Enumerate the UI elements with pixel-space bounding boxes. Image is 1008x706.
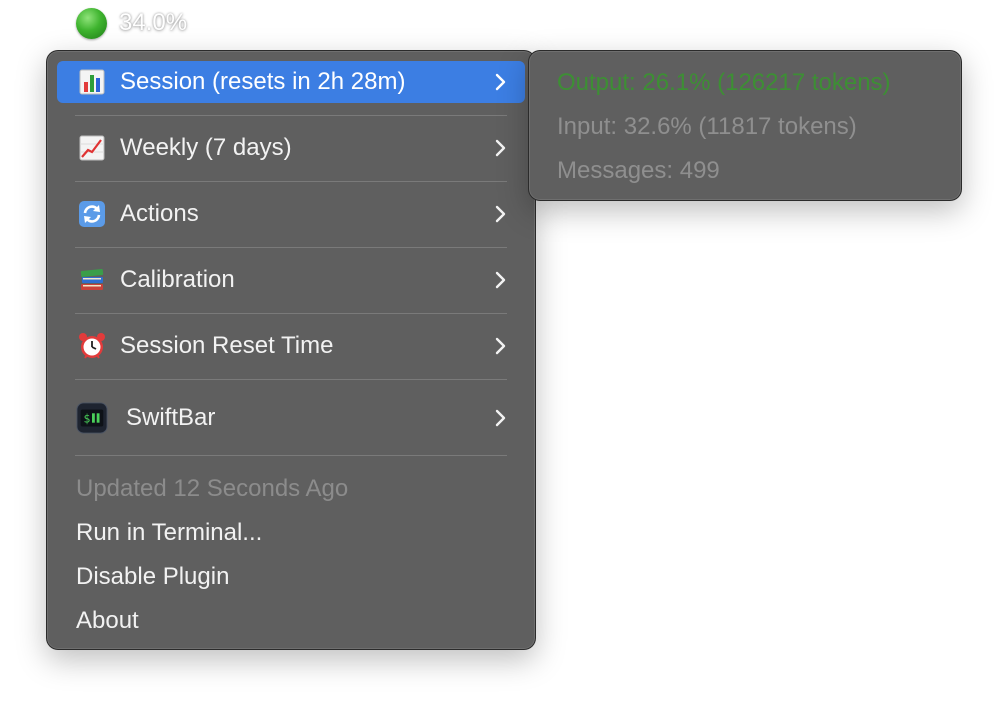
menu-separator <box>75 181 507 182</box>
updated-status-text: Updated 12 Seconds Ago <box>76 475 349 502</box>
menu-item-label: Session (resets in 2h 28m) <box>120 68 406 95</box>
menu-item-swiftbar[interactable]: $ SwiftBar <box>57 397 525 439</box>
menu-separator <box>75 247 507 248</box>
swiftbar-app-icon: $ <box>76 402 108 434</box>
menu-item-label: Actions <box>120 200 199 227</box>
disable-plugin-item[interactable]: Disable Plugin <box>76 563 229 591</box>
about-item[interactable]: About <box>76 607 139 635</box>
green-status-dot-icon <box>76 7 107 39</box>
submenu-output-line[interactable]: Output: 26.1% (126217 tokens) <box>557 69 891 97</box>
refresh-icon <box>76 198 108 230</box>
menu-separator <box>75 379 507 380</box>
status-bar-item[interactable]: 34.0% <box>76 6 187 40</box>
menu-item-label: Calibration <box>120 266 235 293</box>
svg-text:$: $ <box>84 413 91 426</box>
chevron-right-icon <box>495 271 506 289</box>
chevron-right-icon <box>495 409 506 427</box>
menu-item-calibration[interactable]: Calibration <box>57 259 525 301</box>
menu-item-actions[interactable]: Actions <box>57 193 525 235</box>
chevron-right-icon <box>495 337 506 355</box>
submenu-input-line[interactable]: Input: 32.6% (11817 tokens) <box>557 113 857 141</box>
menu-item-session-reset-time[interactable]: Session Reset Time <box>57 325 525 367</box>
menu-separator <box>75 455 507 456</box>
chevron-right-icon <box>495 73 506 91</box>
session-submenu: Output: 26.1% (126217 tokens) Input: 32.… <box>528 50 962 201</box>
menu-item-session[interactable]: Session (resets in 2h 28m) <box>57 61 525 103</box>
chevron-right-icon <box>495 205 506 223</box>
menu-separator <box>75 115 507 116</box>
submenu-messages-line[interactable]: Messages: 499 <box>557 157 720 185</box>
menu-item-label: Weekly (7 days) <box>120 134 292 161</box>
chevron-right-icon <box>495 139 506 157</box>
status-percentage: 34.0% <box>119 9 188 36</box>
menu-item-weekly[interactable]: Weekly (7 days) <box>57 127 525 169</box>
menu-separator <box>75 313 507 314</box>
alarm-clock-icon <box>76 330 108 362</box>
plugin-menu: Session (resets in 2h 28m) Weekly (7 day… <box>46 50 536 650</box>
menu-item-label: Session Reset Time <box>120 332 334 359</box>
run-in-terminal-item[interactable]: Run in Terminal... <box>76 519 262 547</box>
bar-chart-icon <box>76 66 108 98</box>
trend-chart-icon <box>76 132 108 164</box>
books-icon <box>76 264 108 296</box>
menu-item-label: SwiftBar <box>126 404 216 431</box>
